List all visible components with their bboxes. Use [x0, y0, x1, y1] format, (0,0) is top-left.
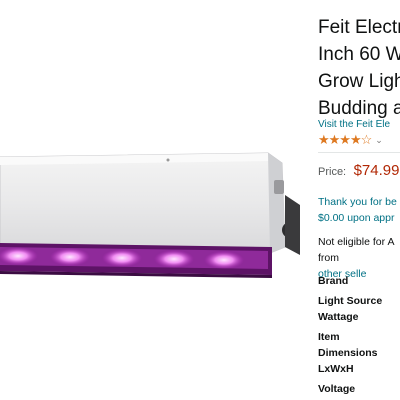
- spec-label-dimensions: Dimensions: [318, 347, 378, 359]
- eligibility-line: Not eligible for A: [318, 236, 395, 248]
- title-line: Feit Electr: [318, 17, 400, 38]
- price-label: Price:: [318, 166, 347, 178]
- title-line: Budding a: [318, 98, 400, 119]
- store-link[interactable]: Visit the Feit Ele: [318, 119, 400, 130]
- spec-label-brand: Brand: [318, 275, 349, 287]
- rating[interactable]: ★★★★☆ ⌄: [318, 132, 383, 148]
- promo-message[interactable]: Thank you for be $0.00 upon appr: [318, 194, 400, 226]
- spec-label-wattage: Wattage: [318, 311, 359, 323]
- spec-label-item: Item: [318, 331, 340, 343]
- product-title: Feit Electr Inch 60 W Grow Ligh Budding …: [318, 14, 400, 122]
- divider: [318, 152, 400, 153]
- price-row: Price: $74.99: [318, 162, 399, 180]
- title-line: Inch 60 W: [318, 44, 400, 65]
- product-image[interactable]: [0, 135, 305, 285]
- promo-line[interactable]: Thank you for be: [318, 194, 400, 210]
- price-value: $74.99: [353, 162, 400, 179]
- grow-light-fixture-image: [0, 152, 300, 278]
- spec-label-voltage: Voltage: [318, 383, 356, 395]
- chevron-down-icon[interactable]: ⌄: [375, 135, 383, 146]
- spec-label-lxwxh: LxWxH: [318, 363, 354, 375]
- star-rating-icon[interactable]: ★★★★☆: [318, 132, 372, 148]
- spec-table: Brand Light Source Wattage Item Dimensio…: [318, 273, 400, 397]
- title-line: Grow Ligh: [318, 71, 400, 92]
- from-text: from: [318, 252, 339, 264]
- promo-line[interactable]: $0.00 upon appr: [318, 210, 400, 226]
- spec-label-light-source: Light Source: [318, 295, 383, 307]
